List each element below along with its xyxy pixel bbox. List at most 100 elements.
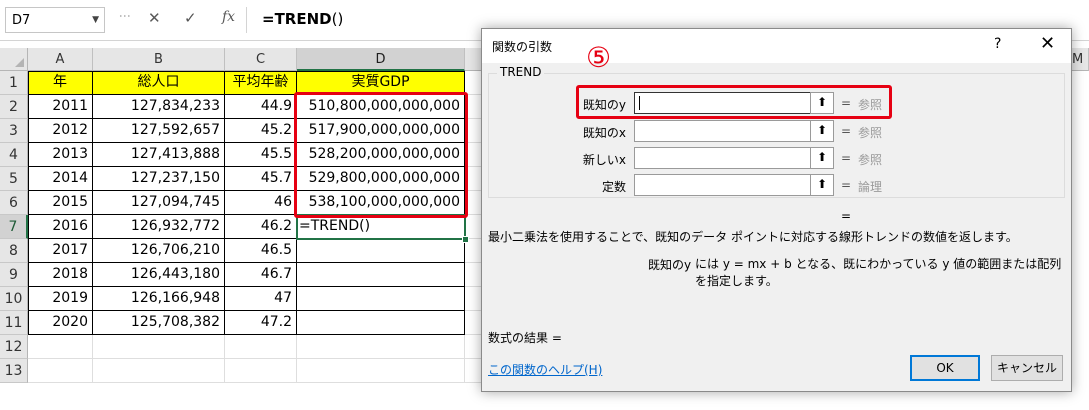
table-cell[interactable]: 45.7 <box>225 167 297 191</box>
column-header-d[interactable]: D <box>297 48 465 71</box>
column-header-c[interactable]: C <box>225 48 297 71</box>
selected-argument-name: 既知のy <box>648 258 692 272</box>
table-cell[interactable]: 127,834,233 <box>93 95 225 119</box>
row-header-9[interactable]: 9 <box>0 263 28 287</box>
row-header-4[interactable]: 4 <box>0 143 28 167</box>
table-cell[interactable]: 2014 <box>28 167 93 191</box>
dialog-titlebar[interactable]: 関数の引数 ? ✕ <box>482 29 1071 63</box>
arg-input-const[interactable] <box>634 174 834 196</box>
table-cell[interactable]: 126,706,210 <box>93 239 225 263</box>
ok-button[interactable]: OK <box>910 355 980 381</box>
table-cell[interactable] <box>297 239 465 263</box>
table-cell[interactable] <box>297 311 465 335</box>
column-header-b[interactable]: B <box>93 48 225 71</box>
empty-cell[interactable] <box>297 335 465 359</box>
arg-eq: = <box>841 124 852 138</box>
cancel-entry-icon[interactable]: ✕ <box>148 9 161 27</box>
formula-result-eq: = <box>841 209 852 223</box>
arg-hint: 論理 <box>858 180 883 194</box>
column-header-a[interactable]: A <box>28 48 93 71</box>
table-cell[interactable]: 125,708,382 <box>93 311 225 335</box>
name-box-dropdown-icon[interactable]: ▼ <box>92 15 99 25</box>
empty-cell[interactable] <box>225 359 297 383</box>
table-cell[interactable]: 45.5 <box>225 143 297 167</box>
empty-cell[interactable] <box>28 335 93 359</box>
confirm-entry-icon[interactable]: ✓ <box>184 9 197 27</box>
table-cell[interactable]: 126,443,180 <box>93 263 225 287</box>
table-cell[interactable]: 127,237,150 <box>93 167 225 191</box>
table-cell[interactable]: 44.9 <box>225 95 297 119</box>
table-cell[interactable]: 127,413,888 <box>93 143 225 167</box>
collapse-dialog-icon[interactable]: ⬆ <box>810 174 834 196</box>
table-cell[interactable]: 47 <box>225 287 297 311</box>
table-cell[interactable]: 127,094,745 <box>93 191 225 215</box>
table-cell[interactable]: 126,932,772 <box>93 215 225 239</box>
formula-bar-grip-icon: ⋮ <box>118 10 132 21</box>
table-cell[interactable]: 47.2 <box>225 311 297 335</box>
table-cell[interactable]: 2020 <box>28 311 93 335</box>
arg-eq: = <box>841 151 852 165</box>
function-arguments-dialog: 関数の引数 ? ✕ TREND 既知のy ⬆ = 参照 既知のx ⬆ = 参照 … <box>481 28 1072 392</box>
table-cell[interactable]: 126,166,948 <box>93 287 225 311</box>
table-cell[interactable] <box>297 287 465 311</box>
row-header-12[interactable]: 12 <box>0 335 28 359</box>
name-box[interactable]: D7 ▼ <box>5 7 105 33</box>
row-header-10[interactable]: 10 <box>0 287 28 311</box>
header-cell-b[interactable]: 総人口 <box>93 71 225 95</box>
function-description: 最小二乗法を使用することで、既知のデータ ポイントに対応する線形トレンドの数値を… <box>488 230 1018 244</box>
table-cell[interactable]: 127,592,657 <box>93 119 225 143</box>
table-border <box>28 71 465 72</box>
arg-label-const: 定数 <box>601 180 626 194</box>
row-header-6[interactable]: 6 <box>0 191 28 215</box>
select-all-corner[interactable] <box>0 48 28 71</box>
table-cell[interactable]: 46.2 <box>225 215 297 239</box>
table-cell[interactable]: 2015 <box>28 191 93 215</box>
argument-description: には y = mx + b となる、既にわかっている y 値の範囲または配列を指… <box>695 257 1062 288</box>
arg-input-known-x[interactable] <box>634 120 834 142</box>
function-help-link[interactable]: この関数のヘルプ(H) <box>488 361 602 378</box>
close-icon[interactable]: ✕ <box>1040 33 1055 54</box>
row-header-11[interactable]: 11 <box>0 311 28 335</box>
annotation-highlight-range <box>294 92 468 218</box>
collapse-dialog-icon[interactable]: ⬆ <box>810 120 834 142</box>
table-cell[interactable]: 46.7 <box>225 263 297 287</box>
row-header-13[interactable]: 13 <box>0 359 28 383</box>
cancel-button[interactable]: キャンセル <box>991 355 1063 381</box>
table-cell[interactable]: 2019 <box>28 287 93 311</box>
empty-cell[interactable] <box>28 359 93 383</box>
table-cell[interactable]: 2017 <box>28 239 93 263</box>
annotation-highlight-argument <box>576 85 892 119</box>
arg-hint: 参照 <box>858 153 883 167</box>
row-header-8[interactable]: 8 <box>0 239 28 263</box>
formula-parens: () <box>331 10 344 28</box>
empty-cell[interactable] <box>225 335 297 359</box>
table-cell[interactable] <box>297 263 465 287</box>
table-border <box>28 71 29 335</box>
arg-label-known-x: 既知のx <box>582 126 626 140</box>
row-header-3[interactable]: 3 <box>0 119 28 143</box>
table-cell[interactable]: 45.2 <box>225 119 297 143</box>
row-header-7[interactable]: 7 <box>0 215 28 239</box>
header-cell-a[interactable]: 年 <box>28 71 93 95</box>
header-cell-c[interactable]: 平均年齢 <box>225 71 297 95</box>
table-cell[interactable]: 46 <box>225 191 297 215</box>
table-cell[interactable]: 46.5 <box>225 239 297 263</box>
table-cell[interactable]: 2013 <box>28 143 93 167</box>
table-cell[interactable]: 2018 <box>28 263 93 287</box>
row-header-5[interactable]: 5 <box>0 167 28 191</box>
empty-cell[interactable] <box>297 359 465 383</box>
table-cell[interactable]: 2012 <box>28 119 93 143</box>
table-cell[interactable]: 2016 <box>28 215 93 239</box>
table-cell[interactable]: 2011 <box>28 95 93 119</box>
arg-input-new-x[interactable] <box>634 147 834 169</box>
insert-function-icon[interactable]: fx <box>222 9 235 25</box>
row-header-2[interactable]: 2 <box>0 95 28 119</box>
empty-cell[interactable] <box>93 335 225 359</box>
help-icon[interactable]: ? <box>994 36 1001 52</box>
collapse-dialog-icon[interactable]: ⬆ <box>810 147 834 169</box>
empty-cell[interactable] <box>93 359 225 383</box>
column-header-partial[interactable]: M <box>1072 52 1083 67</box>
formula-input[interactable]: =TREND() <box>262 10 343 28</box>
row-header-1[interactable]: 1 <box>0 71 28 95</box>
fill-handle[interactable] <box>462 236 469 243</box>
